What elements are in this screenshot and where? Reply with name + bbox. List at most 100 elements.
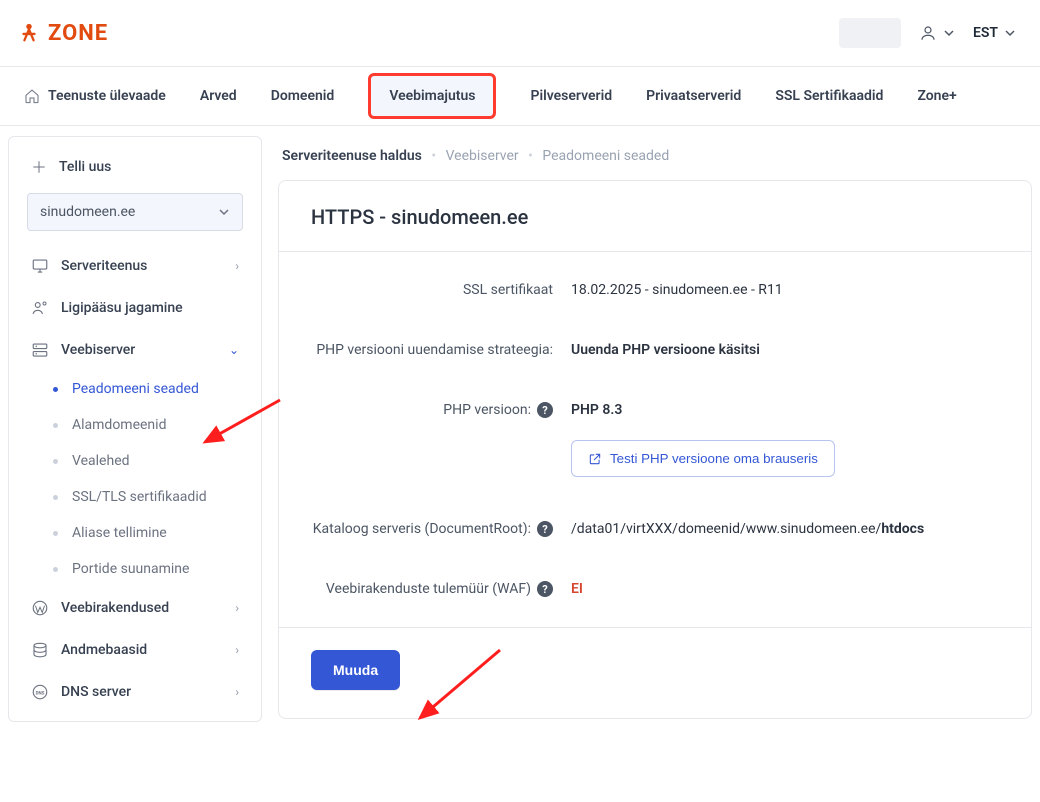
nav-item-cloud[interactable]: Pilveserverid (530, 88, 612, 104)
value-waf: EI (571, 581, 583, 597)
sidebar-item-webserver[interactable]: Veebiserver ⌄ (9, 329, 261, 371)
dns-icon: DNS (31, 683, 49, 701)
settings-card: HTTPS - sinudomeen.ee SSL sertifikaat 18… (278, 180, 1032, 719)
nav-label: Privaatserverid (646, 88, 741, 104)
bullet-icon (53, 423, 58, 428)
bullet-icon (53, 495, 58, 500)
wordpress-icon (31, 599, 49, 617)
divider (279, 251, 1031, 252)
nav-item-domains[interactable]: Domeenid (271, 88, 335, 104)
test-php-button[interactable]: Testi PHP versioone oma brauseris (571, 440, 835, 477)
svg-text:DNS: DNS (36, 690, 45, 696)
sidebar-sub-alias[interactable]: Aliase tellimine (9, 515, 261, 551)
sidebar-item-label: Veebiserver (61, 342, 229, 358)
chevron-down-icon: ⌄ (229, 343, 239, 357)
sidebar-item-label: DNS server (61, 684, 235, 700)
nav-label: Teenuste ülevaade (48, 88, 166, 104)
nav-label: Arved (200, 88, 237, 104)
label-php-version: PHP versioon: ? (311, 402, 571, 418)
sidebar-sub-sslcerts[interactable]: SSL/TLS sertifikaadid (9, 479, 261, 515)
nav-item-overview[interactable]: Teenuste ülevaade (24, 88, 166, 104)
chevron-right-icon: › (235, 601, 239, 615)
label-docroot: Kataloog serveris (DocumentRoot): ? (311, 521, 571, 537)
breadcrumb-sep: • (528, 148, 533, 164)
card-title: HTTPS - sinudomeen.ee (311, 205, 999, 229)
user-menu[interactable] (919, 24, 955, 42)
nav-item-webhosting[interactable]: Veebimajutus (368, 73, 496, 119)
sidebar-sub-ports[interactable]: Portide suunamine (9, 551, 261, 587)
database-icon (31, 641, 49, 659)
chevron-down-icon (943, 27, 955, 39)
nav-item-invoices[interactable]: Arved (200, 88, 237, 104)
breadcrumb-root[interactable]: Serveriteenuse haldus (282, 148, 422, 164)
sidebar-sub-label: Alamdomeenid (72, 417, 239, 433)
sidebar-item-label: Serveriteenus (61, 258, 235, 274)
bullet-icon (53, 567, 58, 572)
sidebar-item-label: Veebirakendused (61, 600, 235, 616)
chevron-right-icon: › (235, 643, 239, 657)
main-nav: Teenuste ülevaade Arved Domeenid Veebima… (0, 66, 1040, 126)
sidebar-item-databases[interactable]: Andmebaasid › (9, 629, 261, 671)
sidebar-sub-label: Portide suunamine (72, 561, 239, 577)
help-icon[interactable]: ? (537, 402, 553, 418)
sidebar-sub-label: Peadomeeni seaded (72, 381, 239, 397)
nav-label: Veebimajutus (389, 88, 475, 104)
sidebar-sub-label: Vealehed (72, 453, 239, 469)
sidebar-item-webapps[interactable]: Veebirakendused › (9, 587, 261, 629)
sidebar-sub-label: Aliase tellimine (72, 525, 239, 541)
domain-select[interactable]: sinudomeen.ee (27, 193, 243, 231)
label-waf: Veebirakenduste tulemüür (WAF) ? (311, 581, 571, 597)
server-icon (31, 341, 49, 359)
user-icon (919, 24, 937, 42)
sidebar-item-label: Ligipääsu jagamine (61, 300, 239, 316)
add-new-label: Telli uus (59, 159, 111, 175)
chevron-down-icon (218, 206, 230, 218)
domain-select-label: sinudomeen.ee (40, 204, 135, 220)
nav-label: Pilveserverid (530, 88, 612, 104)
sidebar-sub-label: SSL/TLS sertifikaadid (72, 489, 239, 505)
breadcrumb: Serveriteenuse haldus • Veebiserver • Pe… (282, 148, 1032, 164)
nav-item-zoneplus[interactable]: Zone+ (917, 88, 956, 104)
divider (279, 627, 1031, 628)
sidebar-sub-maindomain[interactable]: Peadomeeni seaded (9, 371, 261, 407)
nav-label: Domeenid (271, 88, 335, 104)
breadcrumb-item[interactable]: Peadomeeni seaded (542, 148, 669, 164)
edit-button[interactable]: Muuda (311, 650, 400, 690)
value-php-version: PHP 8.3 (571, 402, 999, 418)
value-ssl: 18.02.2025 - sinudomeen.ee - R11 (571, 282, 999, 298)
label-ssl: SSL sertifikaat (311, 282, 571, 298)
bullet-icon (53, 531, 58, 536)
bullet-icon (53, 387, 58, 392)
chevron-right-icon: › (235, 259, 239, 273)
sidebar-sub-subdomains[interactable]: Alamdomeenid (9, 407, 261, 443)
nav-item-ssl[interactable]: SSL Sertifikaadid (775, 88, 883, 104)
chevron-down-icon (1004, 27, 1016, 39)
user-share-icon (31, 299, 49, 317)
sidebar-item-service[interactable]: Serveriteenus › (9, 245, 261, 287)
add-new-button[interactable]: Telli uus (9, 151, 261, 193)
nav-item-private[interactable]: Privaatserverid (646, 88, 741, 104)
external-link-icon (588, 452, 602, 466)
help-icon[interactable]: ? (537, 521, 553, 537)
help-icon[interactable]: ? (537, 581, 553, 597)
sidebar-item-label: Andmebaasid (61, 642, 235, 658)
value-php-strategy: Uuenda PHP versioone käsitsi (571, 342, 999, 358)
sidebar-item-dns[interactable]: DNS DNS server › (9, 671, 261, 713)
label-php-strategy: PHP versiooni uuendamise strateegia: (311, 342, 571, 358)
brand-logo[interactable]: zone (18, 21, 108, 46)
language-selector[interactable]: EST (973, 25, 1016, 41)
breadcrumb-sep: • (431, 148, 436, 164)
bullet-icon (53, 459, 58, 464)
brand-name: zone (48, 21, 108, 46)
language-label: EST (973, 25, 998, 41)
account-pill[interactable] (839, 18, 901, 48)
home-icon (24, 88, 40, 104)
chevron-right-icon: › (235, 685, 239, 699)
monitor-icon (31, 257, 49, 275)
nav-label: Zone+ (917, 88, 956, 104)
breadcrumb-item[interactable]: Veebiserver (446, 148, 519, 164)
sidebar-item-access[interactable]: Ligipääsu jagamine (9, 287, 261, 329)
sidebar-sub-errorpages[interactable]: Vealehed (9, 443, 261, 479)
nav-label: SSL Sertifikaadid (775, 88, 883, 104)
value-docroot: /data01/virtXXX/domeenid/www.sinudomeen.… (571, 521, 999, 537)
